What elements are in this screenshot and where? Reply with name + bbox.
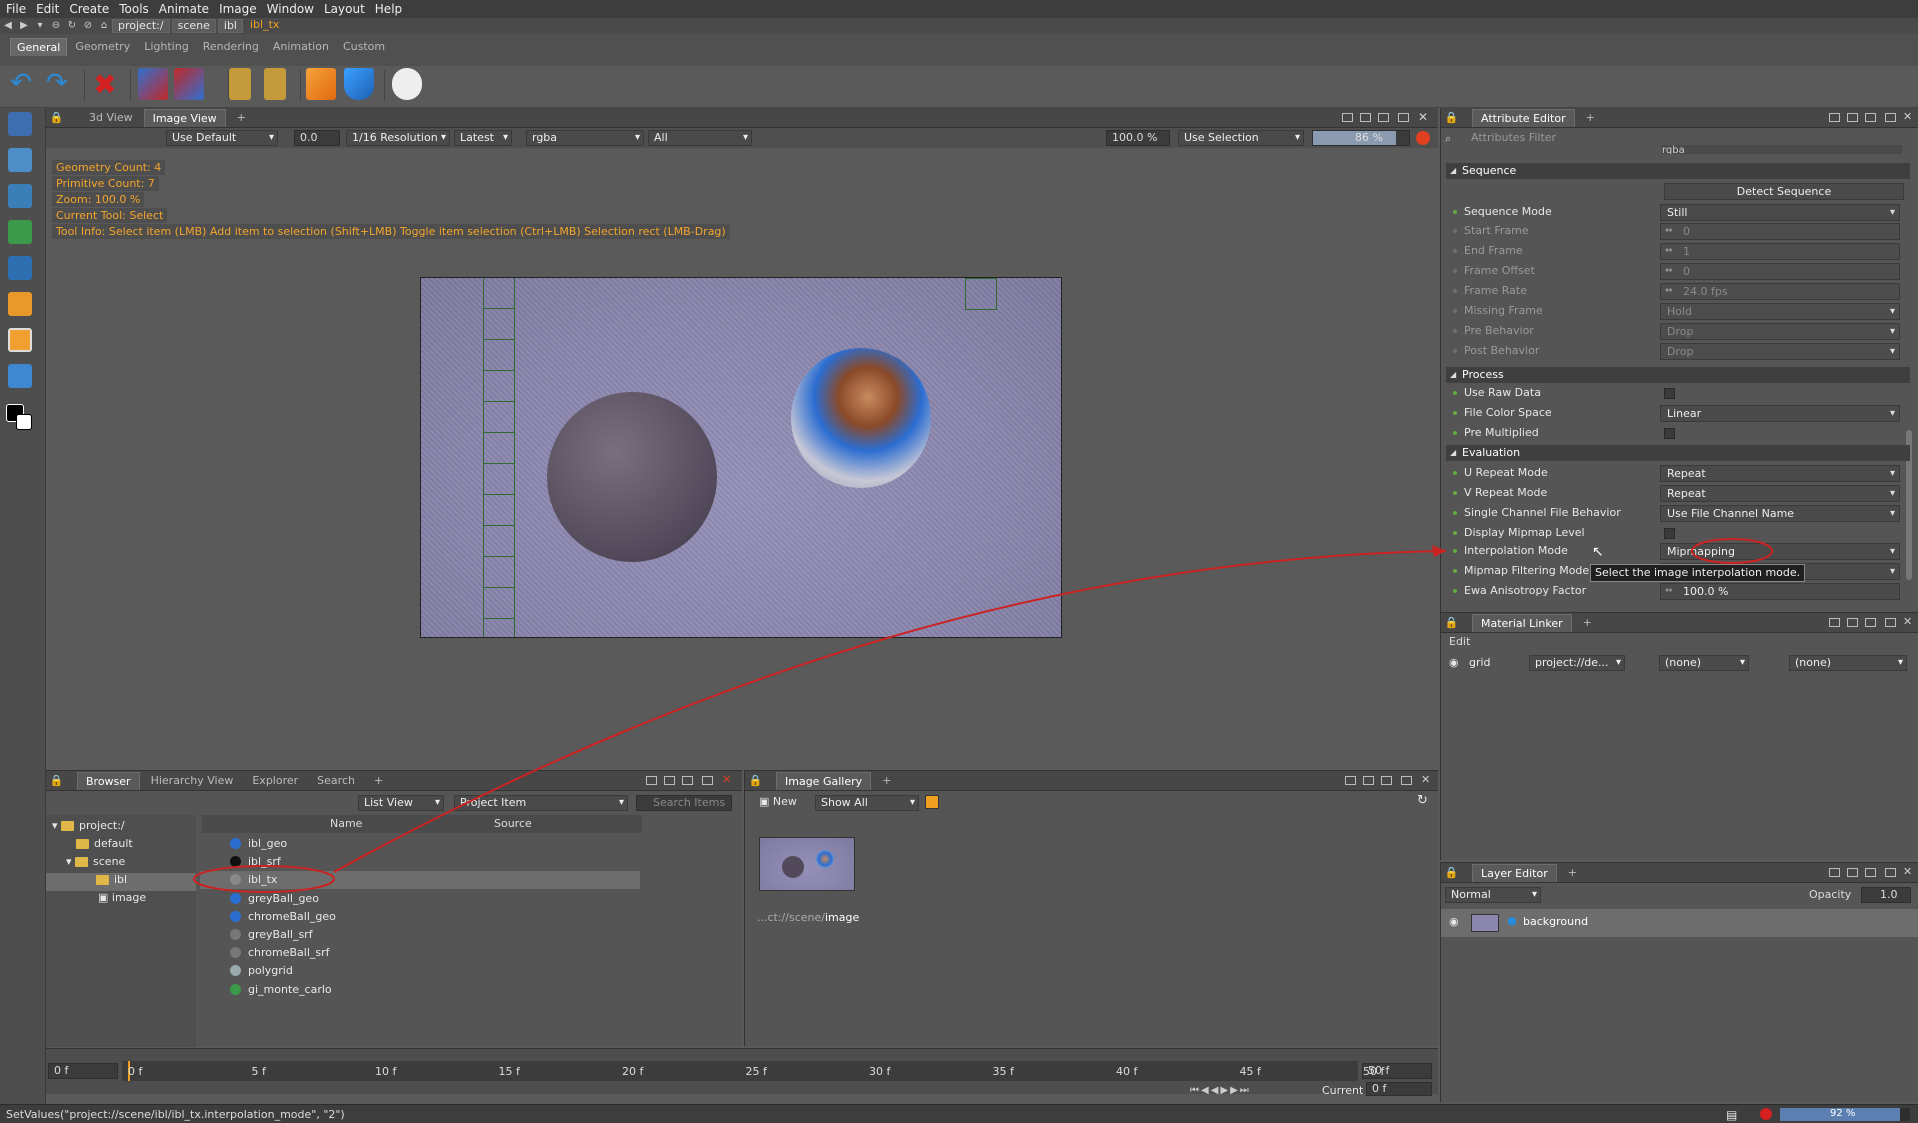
annotation-arrow <box>333 550 1447 873</box>
annotation-arrowhead <box>1432 545 1446 557</box>
annotation-circle-interpolation <box>1691 538 1773 564</box>
annotation-overlay <box>193 538 1773 893</box>
annotation-circle-ibl-tx <box>193 865 335 893</box>
